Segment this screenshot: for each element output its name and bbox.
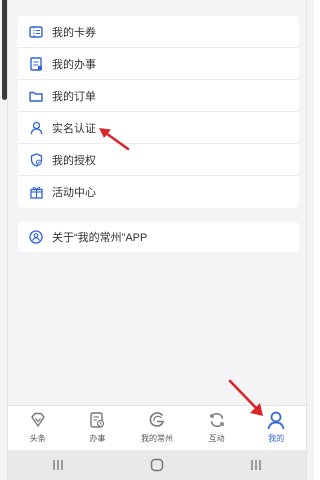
tab-label: 我的常州 xyxy=(140,434,173,443)
screen: 我的卡券 我的办事 我的订单 实名认证 我的授权 活动中心 关于“我的常州”AP… xyxy=(8,0,306,450)
back-button[interactable] xyxy=(236,455,276,475)
app-logo-icon xyxy=(28,229,44,245)
menu-item-label: 我的授权 xyxy=(52,154,96,167)
back-icon xyxy=(251,460,262,470)
g-logo-icon xyxy=(146,409,168,431)
document-icon xyxy=(28,56,44,72)
about-app-item[interactable]: 关于“我的常州”APP xyxy=(18,222,299,252)
home-button[interactable] xyxy=(137,455,177,475)
home-icon xyxy=(150,458,164,472)
menu-item-label: 实名认证 xyxy=(52,122,96,135)
menu-item-real-name[interactable]: 实名认证 xyxy=(18,112,299,144)
refresh-icon xyxy=(206,409,228,431)
recent-apps-button[interactable] xyxy=(38,455,78,475)
recent-apps-icon xyxy=(52,460,63,470)
menu-item-affairs[interactable]: 我的办事 xyxy=(18,48,299,80)
menu-item-authorization[interactable]: 我的授权 xyxy=(18,144,299,176)
menu-item-activity-center[interactable]: 活动中心 xyxy=(18,176,299,208)
tab-label: 我的 xyxy=(268,434,285,443)
menu-item-label: 我的订单 xyxy=(52,90,96,103)
menu-item-label: 我的办事 xyxy=(52,58,96,71)
tab-label: 办事 xyxy=(89,434,106,443)
menu-card: 我的卡券 我的办事 我的订单 实名认证 我的授权 活动中心 xyxy=(18,16,299,208)
menu-item-orders[interactable]: 我的订单 xyxy=(18,80,299,112)
clipboard-icon xyxy=(86,409,108,431)
scroll-indicator xyxy=(2,0,7,100)
tab-label: 头条 xyxy=(29,434,46,443)
phone-frame: 我的卡券 我的办事 我的订单 实名认证 我的授权 活动中心 关于“我的常州”AP… xyxy=(0,0,314,480)
tab-mine[interactable]: 我的 xyxy=(246,406,306,450)
tab-headlines[interactable]: 头条 xyxy=(8,406,68,450)
menu-item-label: 活动中心 xyxy=(52,187,96,199)
tab-interaction[interactable]: 互动 xyxy=(187,406,247,450)
menu-item-label: 我的卡券 xyxy=(52,26,96,39)
ticket-icon xyxy=(28,24,44,40)
tab-label: 互动 xyxy=(208,434,225,443)
tab-affairs[interactable]: 办事 xyxy=(68,406,128,450)
diamond-icon xyxy=(27,409,49,431)
tab-my-changzhou[interactable]: 我的常州 xyxy=(127,406,187,450)
right-frame-edge xyxy=(306,0,314,480)
user-icon xyxy=(28,120,44,136)
person-icon xyxy=(265,409,287,431)
system-navigation-bar xyxy=(8,450,306,480)
bottom-tab-bar: 头条 办事 我的常州 互动 我的 xyxy=(8,405,306,450)
about-app-label: 关于“我的常州”APP xyxy=(52,232,148,244)
menu-item-cards[interactable]: 我的卡券 xyxy=(18,16,299,48)
folder-icon xyxy=(28,88,44,104)
shield-icon xyxy=(28,152,44,168)
gift-icon xyxy=(28,184,44,200)
